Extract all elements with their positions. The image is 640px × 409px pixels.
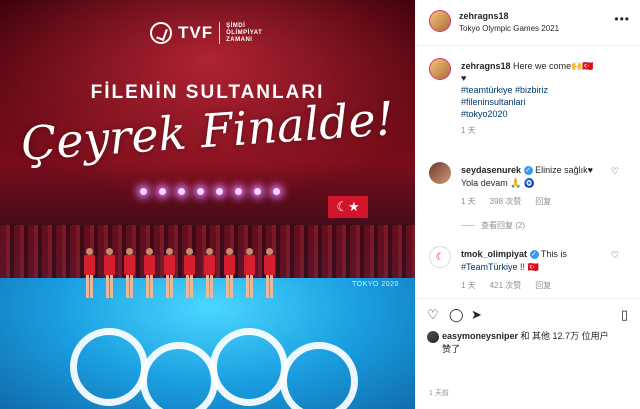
share-send-icon[interactable]: ➤ bbox=[471, 307, 482, 323]
light-icon bbox=[159, 188, 166, 195]
post-image[interactable]: TVF ŞİMDİ OLİMPİYAT ZAMANI FİLENİN SULTA… bbox=[0, 0, 415, 409]
caption-time: 1 天 bbox=[461, 126, 476, 135]
tvf-emblem-icon bbox=[150, 22, 172, 44]
comment-likes[interactable]: 398 次赞 bbox=[490, 196, 522, 207]
comment-time: 1 天 bbox=[461, 197, 476, 206]
post-timestamp: 1 天前 bbox=[429, 390, 449, 397]
olympic-slogan: ŞİMDİ OLİMPİYAT ZAMANI bbox=[226, 22, 263, 43]
team-players bbox=[84, 248, 275, 298]
light-icon bbox=[216, 188, 223, 195]
hashtag-link[interactable]: #tokyo2020 bbox=[461, 109, 508, 119]
player-figure bbox=[104, 248, 115, 298]
player-figure bbox=[204, 248, 215, 298]
caption-emoji: 🙌🇹🇷 bbox=[571, 61, 594, 71]
player-figure bbox=[144, 248, 155, 298]
brand-divider bbox=[219, 22, 221, 44]
light-icon bbox=[140, 188, 147, 195]
player-figure bbox=[224, 248, 235, 298]
comment-bubble-icon[interactable]: ◯ bbox=[449, 307, 464, 323]
tvf-logo: TVF ŞİMDİ OLİMPİYAT ZAMANI bbox=[150, 22, 262, 44]
liker-username[interactable]: easymoneysniper bbox=[442, 331, 518, 341]
player-figure bbox=[84, 248, 95, 298]
comment-reply-button[interactable]: 回复 bbox=[535, 196, 551, 207]
player-figure bbox=[124, 248, 135, 298]
likes-count-text[interactable]: 和 其他 12.7万 位用户 bbox=[518, 331, 609, 341]
verified-badge-icon: ✓ bbox=[529, 250, 539, 260]
post-action-bar: ♡ ◯ ➤ ▯ bbox=[415, 298, 640, 324]
author-avatar[interactable] bbox=[429, 10, 451, 32]
olympic-rings-icon bbox=[70, 328, 360, 409]
light-icon bbox=[178, 188, 185, 195]
comment-likes[interactable]: 421 次赞 bbox=[490, 280, 522, 291]
likes-suffix: 赞了 bbox=[442, 343, 461, 354]
caption-author-avatar[interactable] bbox=[429, 58, 451, 80]
comment-item: ☾ tmok_olimpiyat ✓ This is #TeamTürkiye … bbox=[429, 246, 629, 296]
hashtag-link[interactable]: #bizbiriz bbox=[515, 85, 548, 95]
comment-text-line2: Yola devam 🙏 🧿 bbox=[461, 178, 536, 188]
comment-like-icon[interactable]: ♡ bbox=[611, 166, 619, 177]
light-icon bbox=[197, 188, 204, 195]
verified-badge-icon: ✓ bbox=[523, 166, 533, 176]
author-username[interactable]: zehragns18 bbox=[459, 11, 559, 21]
liker-avatar[interactable] bbox=[427, 330, 439, 343]
player-figure bbox=[264, 248, 275, 298]
comment-like-icon[interactable]: ♡ bbox=[611, 250, 619, 261]
light-icon bbox=[254, 188, 261, 195]
comment-item: seydasenurek ✓ Elinize sağlık♥ Yola deva… bbox=[429, 162, 629, 234]
tvf-brand-text: TVF bbox=[178, 23, 214, 42]
hashtag-link[interactable]: #fileninsultanlari bbox=[461, 97, 526, 107]
more-options-icon[interactable]: ••• bbox=[614, 12, 630, 26]
view-replies-button[interactable]: 查看回复 (2) bbox=[461, 220, 525, 231]
comment-username[interactable]: seydasenurek bbox=[461, 165, 521, 175]
comment-reply-button[interactable]: 回复 bbox=[535, 280, 551, 291]
hashtag-link[interactable]: #teamtürkiye bbox=[461, 85, 513, 95]
tmok-logo-icon[interactable]: ☾ bbox=[429, 246, 451, 268]
comment-time: 1 天 bbox=[461, 281, 476, 290]
post-header: zehragns18 Tokyo Olympic Games 2021 ••• bbox=[415, 0, 640, 46]
player-figure bbox=[184, 248, 195, 298]
comment-hashtag[interactable]: #TeamTürkiye !! 🇹🇷 bbox=[461, 262, 539, 272]
post-location[interactable]: Tokyo Olympic Games 2021 bbox=[459, 24, 559, 33]
likes-summary: easymoneysniper 和 其他 12.7万 位用户 赞了 bbox=[427, 330, 632, 355]
bookmark-icon[interactable]: ▯ bbox=[621, 307, 628, 323]
caption-heart: ♥ bbox=[461, 73, 467, 83]
caption-text: Here we come bbox=[513, 61, 572, 71]
turkish-flag-icon: ☾★ bbox=[328, 196, 368, 218]
comment-text: Elinize sağlık♥ bbox=[535, 165, 593, 175]
post-side-panel: zehragns18 Tokyo Olympic Games 2021 ••• … bbox=[415, 0, 640, 409]
player-figure bbox=[164, 248, 175, 298]
caption-username[interactable]: zehragns18 bbox=[461, 61, 511, 71]
light-icon bbox=[235, 188, 242, 195]
comment-text: This is bbox=[540, 249, 567, 259]
commenter-avatar[interactable] bbox=[429, 162, 451, 184]
light-icon bbox=[273, 188, 280, 195]
comment-username[interactable]: tmok_olimpiyat bbox=[461, 249, 527, 259]
court-tokyo-label: TOKYO 2020 bbox=[352, 281, 399, 288]
player-figure bbox=[244, 248, 255, 298]
like-heart-icon[interactable]: ♡ bbox=[427, 307, 439, 323]
arena-lights bbox=[140, 188, 280, 195]
